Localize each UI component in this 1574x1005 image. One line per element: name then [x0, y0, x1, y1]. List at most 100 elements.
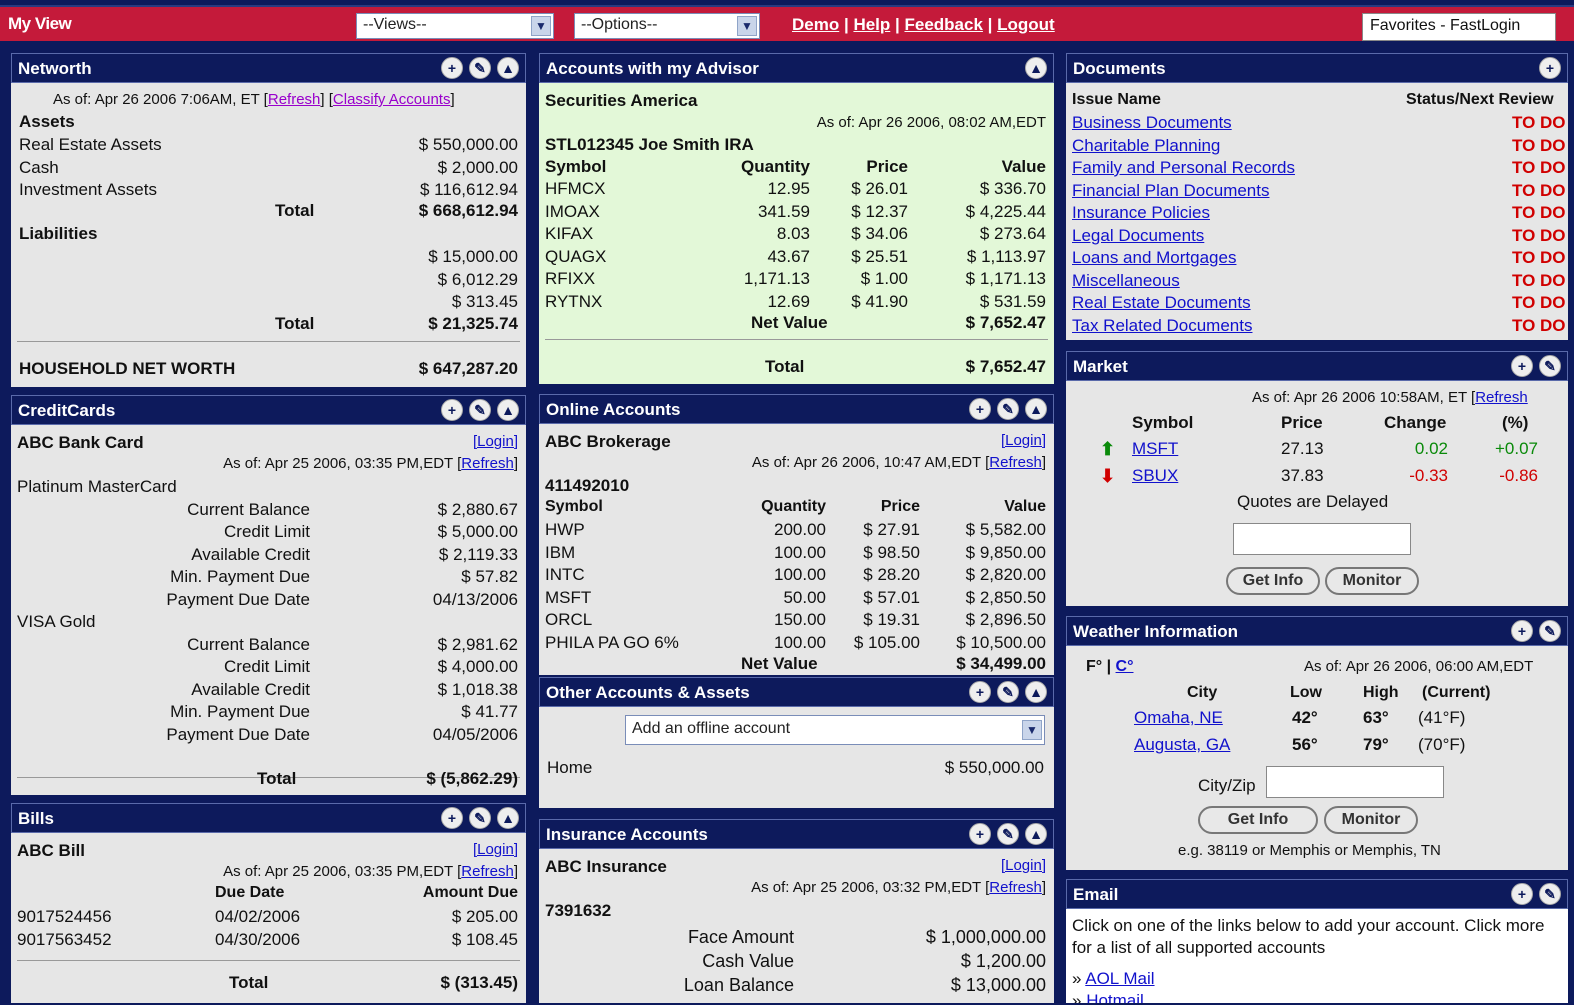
- city-link[interactable]: Augusta, GA: [1134, 735, 1230, 755]
- total-label: Total: [257, 769, 297, 788]
- add-offline-account-select[interactable]: Add an offline account ▼: [625, 715, 1045, 745]
- column-header: Quantity: [761, 498, 826, 515]
- edit-icon[interactable]: ✎: [1539, 620, 1561, 642]
- edit-icon[interactable]: ✎: [469, 807, 491, 829]
- document-link[interactable]: Insurance Policies: [1072, 203, 1210, 223]
- logout-link[interactable]: Logout: [997, 15, 1055, 34]
- asof-text: As of: Apr 26 2006, 10:47 AM,EDT [: [751, 454, 990, 471]
- collapse-icon[interactable]: ▲: [1025, 398, 1047, 420]
- symbol-input[interactable]: [1233, 523, 1411, 555]
- aol-mail-link[interactable]: AOL Mail: [1085, 969, 1154, 988]
- login-link[interactable]: [Login]: [1001, 857, 1046, 874]
- document-link[interactable]: Business Documents: [1072, 113, 1232, 133]
- add-icon[interactable]: +: [441, 399, 463, 421]
- get-info-button[interactable]: Get Info: [1226, 567, 1320, 595]
- add-icon[interactable]: +: [441, 807, 463, 829]
- fahrenheit-label[interactable]: F°: [1086, 658, 1102, 675]
- celsius-link[interactable]: C°: [1116, 658, 1134, 675]
- edit-icon[interactable]: ✎: [997, 681, 1019, 703]
- add-icon[interactable]: +: [1511, 355, 1533, 377]
- monitor-button[interactable]: Monitor: [1324, 806, 1418, 834]
- collapse-icon[interactable]: ▲: [497, 399, 519, 421]
- refresh-link[interactable]: Refresh: [1475, 389, 1528, 406]
- document-link[interactable]: Charitable Planning: [1072, 136, 1220, 156]
- refresh-link[interactable]: Refresh: [461, 455, 514, 472]
- document-status: TO DO: [1512, 135, 1566, 155]
- collapse-icon[interactable]: ▲: [497, 57, 519, 79]
- refresh-link[interactable]: Refresh: [461, 863, 514, 880]
- add-icon[interactable]: +: [969, 681, 991, 703]
- get-info-button[interactable]: Get Info: [1198, 806, 1318, 834]
- login-link[interactable]: [Login]: [473, 433, 518, 450]
- document-link[interactable]: Miscellaneous: [1072, 271, 1180, 291]
- panel-title: CreditCards: [18, 401, 116, 420]
- document-link[interactable]: Loans and Mortgages: [1072, 248, 1236, 268]
- insurance-field-label: Face Amount: [687, 927, 794, 947]
- panel-header: Other Accounts & Assets + ✎ ▲: [539, 677, 1054, 707]
- refresh-link[interactable]: Refresh: [268, 91, 321, 108]
- table-cell: INTC: [545, 565, 585, 584]
- options-select[interactable]: --Options-- ▼: [574, 13, 760, 39]
- document-link[interactable]: Real Estate Documents: [1072, 293, 1251, 313]
- views-select[interactable]: --Views-- ▼: [356, 13, 554, 39]
- card-field-value: 04/05/2006: [432, 724, 518, 744]
- assets-total-value: $ 668,612.94: [418, 201, 518, 220]
- refresh-link[interactable]: Refresh: [989, 879, 1042, 896]
- email-panel: Email + ✎ Click on one of the links below…: [1064, 877, 1570, 1005]
- low-header: Low: [1290, 684, 1322, 701]
- monitor-button[interactable]: Monitor: [1325, 567, 1419, 595]
- edit-icon[interactable]: ✎: [469, 57, 491, 79]
- hotmail-item: » Hotmail: [1072, 991, 1144, 1003]
- refresh-link[interactable]: Refresh: [989, 454, 1042, 471]
- card-field-value: $ 2,880.67: [437, 499, 518, 519]
- document-link[interactable]: Financial Plan Documents: [1072, 181, 1269, 201]
- collapse-icon[interactable]: ▲: [1025, 57, 1047, 79]
- document-status: TO DO: [1512, 293, 1566, 312]
- document-link[interactable]: Family and Personal Records: [1072, 158, 1295, 178]
- market-change: 0.02: [1414, 439, 1448, 458]
- document-link[interactable]: Legal Documents: [1072, 226, 1204, 246]
- document-link[interactable]: Tax Related Documents: [1072, 316, 1252, 336]
- favorites-fastlogin-select[interactable]: Favorites - FastLogin: [1362, 13, 1556, 41]
- edit-icon[interactable]: ✎: [997, 823, 1019, 845]
- add-icon[interactable]: +: [969, 823, 991, 845]
- asset-value: $ 2,000.00: [437, 157, 518, 177]
- high-temp: 63°: [1363, 708, 1389, 727]
- low-temp: 42°: [1292, 708, 1318, 727]
- add-icon[interactable]: +: [441, 57, 463, 79]
- arrow-up-icon: ⬆: [1100, 439, 1116, 459]
- document-status: TO DO: [1512, 203, 1566, 222]
- help-link[interactable]: Help: [853, 15, 890, 34]
- add-icon[interactable]: +: [969, 398, 991, 420]
- edit-icon[interactable]: ✎: [1539, 355, 1561, 377]
- feedback-link[interactable]: Feedback: [904, 15, 982, 34]
- market-price: 27.13: [1281, 439, 1324, 458]
- hotmail-link[interactable]: Hotmail: [1086, 991, 1144, 1003]
- city-link[interactable]: Omaha, NE: [1134, 708, 1223, 728]
- add-icon[interactable]: +: [1511, 883, 1533, 905]
- edit-icon[interactable]: ✎: [469, 399, 491, 421]
- bill-account: 9017524456: [17, 907, 112, 926]
- market-symbol-link[interactable]: SBUX: [1132, 466, 1178, 486]
- login-link[interactable]: [Login]: [473, 841, 518, 858]
- column-header: Value: [1001, 157, 1046, 176]
- cityzip-input[interactable]: [1266, 766, 1444, 798]
- table-cell: $ 26.01: [851, 179, 908, 198]
- collapse-icon[interactable]: ▲: [497, 807, 519, 829]
- table-cell: 12.69: [767, 291, 810, 311]
- add-icon[interactable]: +: [1511, 620, 1533, 642]
- insurance-asof: As of: Apr 25 2006, 03:32 PM,EDT [Refres…: [751, 879, 1046, 896]
- edit-icon[interactable]: ✎: [1539, 883, 1561, 905]
- market-symbol-link[interactable]: MSFT: [1132, 439, 1178, 459]
- classify-accounts-link[interactable]: Classify Accounts: [333, 91, 451, 108]
- collapse-icon[interactable]: ▲: [1025, 823, 1047, 845]
- table-cell: $ 34.06: [851, 224, 908, 243]
- add-icon[interactable]: +: [1539, 57, 1561, 79]
- market-change: -0.33: [1409, 466, 1448, 485]
- login-link[interactable]: [Login]: [1001, 432, 1046, 449]
- card-field-label: Payment Due Date: [166, 589, 310, 609]
- table-cell: $ 531.59: [979, 291, 1046, 311]
- edit-icon[interactable]: ✎: [997, 398, 1019, 420]
- collapse-icon[interactable]: ▲: [1025, 681, 1047, 703]
- demo-link[interactable]: Demo: [792, 15, 839, 34]
